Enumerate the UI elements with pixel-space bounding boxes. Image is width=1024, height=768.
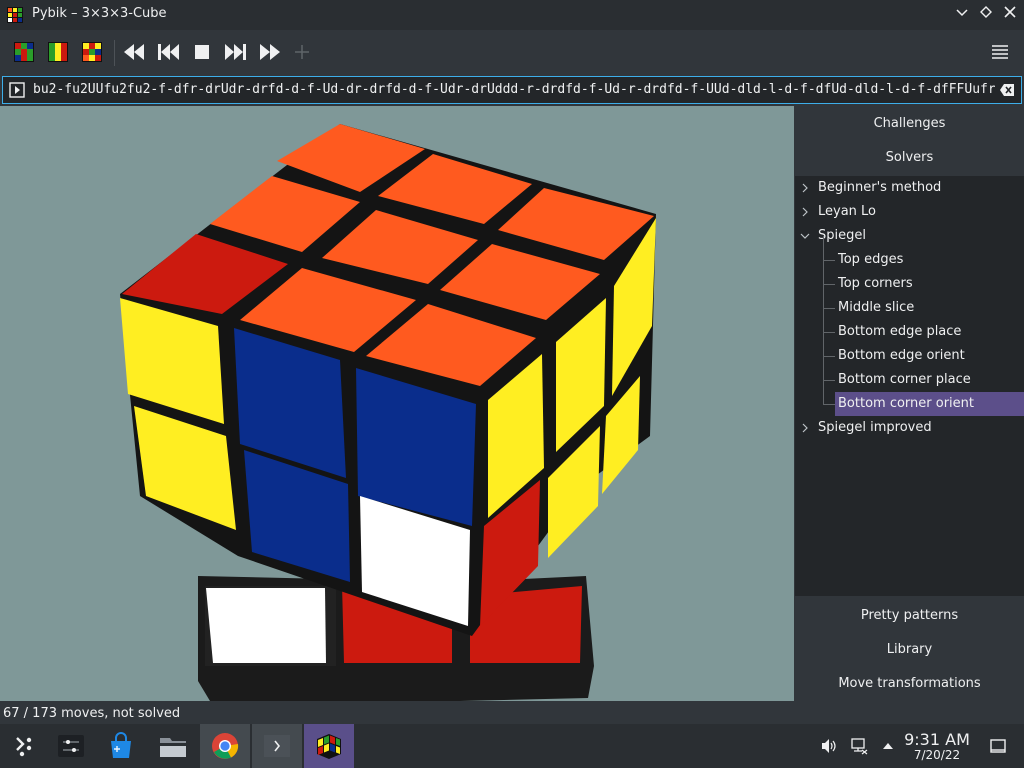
show-desktop-icon[interactable]: [986, 724, 1010, 768]
stop-icon[interactable]: [188, 38, 216, 66]
clock-time[interactable]: 9:31 AM: [902, 730, 972, 749]
chrome-icon[interactable]: [200, 724, 250, 768]
status-text: 67 / 173 moves, not solved: [3, 706, 181, 721]
tree-item-label: Bottom edge orient: [838, 348, 965, 363]
tree-item-top-edges[interactable]: Top edges: [835, 248, 1024, 272]
maximize-icon[interactable]: [976, 5, 996, 25]
chevron-down-icon[interactable]: [800, 224, 810, 248]
add-mark-icon[interactable]: [290, 38, 314, 66]
tree-guide-line: [823, 260, 835, 261]
tree-guide-line: [823, 308, 835, 309]
chevron-right-icon[interactable]: [801, 416, 811, 440]
preferences-cube-icon[interactable]: [78, 38, 106, 66]
tree-guide-line: [823, 356, 835, 357]
app-launcher-icon[interactable]: [0, 724, 50, 768]
cube-viewport[interactable]: [0, 106, 794, 701]
minimize-icon[interactable]: [952, 5, 972, 25]
challenges-button[interactable]: Challenges: [795, 107, 1024, 141]
chevron-right-icon[interactable]: [801, 200, 811, 224]
toolbar-separator: [114, 40, 115, 66]
rubiks-cube-render: [120, 124, 656, 701]
tree-item-beginners-method[interactable]: Beginner's method: [795, 176, 1024, 200]
new-solved-cube-icon[interactable]: [44, 38, 72, 66]
sidebar: Challenges Solvers Beginner's method Ley…: [795, 106, 1024, 701]
tree-item-label: Spiegel: [818, 228, 866, 243]
pretty-patterns-button[interactable]: Pretty patterns: [795, 599, 1024, 633]
tree-item-label: Bottom corner orient: [838, 396, 974, 411]
status-bar: 67 / 173 moves, not solved: [0, 702, 794, 724]
tree-item-label: Beginner's method: [818, 180, 942, 195]
tree-item-bottom-edge-orient[interactable]: Bottom edge orient: [835, 344, 1024, 368]
window-title: Pybik – 3×3×3-Cube: [32, 6, 167, 21]
move-sequence-text: bu2-fu2UUfu2fu2-f-dfr-drUdr-drfd-d-f-Ud-…: [33, 82, 995, 97]
play-icon[interactable]: [256, 38, 284, 66]
pybik-taskbar-icon[interactable]: [304, 724, 354, 768]
tree-item-middle-slice[interactable]: Middle slice: [835, 296, 1024, 320]
move-sequence-field[interactable]: bu2-fu2UUfu2fu2-f-dfr-drUdr-drfd-d-f-Ud-…: [2, 76, 1022, 104]
tree-item-label: Spiegel improved: [818, 420, 932, 435]
tree-guide-line: [823, 236, 824, 404]
volume-icon[interactable]: [818, 724, 840, 768]
solvers-button[interactable]: Solvers: [795, 141, 1024, 175]
software-center-icon[interactable]: [96, 724, 146, 768]
tree-item-bottom-corner-place[interactable]: Bottom corner place: [835, 368, 1024, 392]
rewind-icon[interactable]: [120, 38, 148, 66]
tree-item-label: Top edges: [838, 252, 904, 267]
tree-item-label: Middle slice: [838, 300, 915, 315]
tree-item-label: Top corners: [838, 276, 913, 291]
clear-input-icon[interactable]: [999, 82, 1015, 98]
menu-icon[interactable]: [988, 38, 1012, 66]
tree-item-top-corners[interactable]: Top corners: [835, 272, 1024, 296]
tree-guide-line: [823, 380, 835, 381]
tree-guide-line: [823, 284, 835, 285]
solvers-tree: Beginner's method Leyan Lo Spiegel Top e…: [795, 176, 1024, 596]
new-random-cube-icon[interactable]: [10, 38, 38, 66]
chevron-right-icon[interactable]: [801, 176, 811, 200]
tree-item-bottom-edge-place[interactable]: Bottom edge place: [835, 320, 1024, 344]
previous-icon[interactable]: [154, 38, 182, 66]
tree-item-spiegel-improved[interactable]: Spiegel improved: [795, 416, 1024, 440]
toolbar: [0, 30, 1024, 74]
terminal-icon[interactable]: [252, 724, 302, 768]
network-icon[interactable]: [848, 724, 870, 768]
taskbar: 9:31 AM 7/20/22: [0, 724, 1024, 768]
file-manager-icon[interactable]: [148, 724, 198, 768]
clock-date[interactable]: 7/20/22: [902, 748, 972, 762]
tree-item-leyan-lo[interactable]: Leyan Lo: [795, 200, 1024, 224]
tree-item-label: Bottom edge place: [838, 324, 962, 339]
library-button[interactable]: Library: [795, 633, 1024, 667]
tree-guide-line: [823, 404, 835, 405]
play-from-here-icon[interactable]: [9, 82, 25, 98]
tree-item-label: Bottom corner place: [838, 372, 971, 387]
system-settings-icon[interactable]: [46, 724, 96, 768]
tree-guide-line: [823, 332, 835, 333]
tree-item-bottom-corner-orient[interactable]: Bottom corner orient: [835, 392, 1024, 416]
next-icon[interactable]: [222, 38, 250, 66]
title-bar: Pybik – 3×3×3-Cube: [0, 0, 1024, 30]
tray-expand-icon[interactable]: [878, 724, 898, 768]
pybik-app-icon: [7, 7, 23, 23]
tree-item-spiegel[interactable]: Spiegel: [795, 224, 1024, 248]
move-transformations-button[interactable]: Move transformations: [795, 667, 1024, 701]
tree-item-label: Leyan Lo: [818, 204, 877, 219]
close-icon[interactable]: [1000, 5, 1020, 25]
